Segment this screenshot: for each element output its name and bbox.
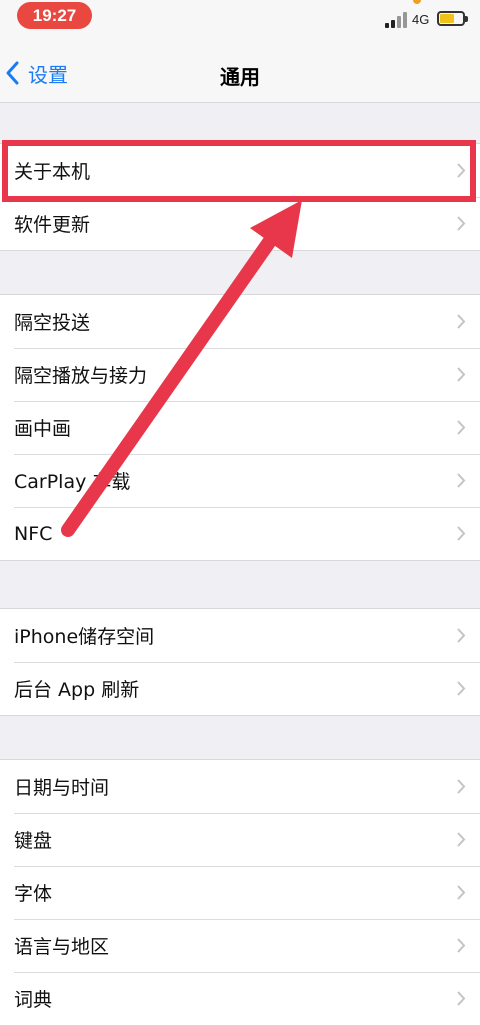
row-label: 日期与时间: [14, 777, 110, 799]
chevron-right-icon: [457, 938, 466, 953]
row-label: 后台 App 刷新: [14, 679, 140, 701]
row-label: 键盘: [14, 830, 53, 852]
row-about-device[interactable]: 关于本机: [0, 144, 480, 197]
row-label: 字体: [14, 883, 53, 905]
row-language-region[interactable]: 语言与地区: [0, 919, 480, 972]
row-label: 隔空投送: [14, 312, 91, 334]
settings-group-about: 关于本机 软件更新: [0, 143, 480, 251]
status-bar: 19:27 4G: [0, 0, 480, 40]
settings-group-storage: iPhone储存空间 后台 App 刷新: [0, 608, 480, 716]
chevron-right-icon: [457, 526, 466, 541]
status-time: 19:27: [17, 2, 92, 29]
chevron-right-icon: [457, 628, 466, 643]
chevron-right-icon: [457, 216, 466, 231]
row-nfc[interactable]: NFC: [0, 507, 480, 560]
row-fonts[interactable]: 字体: [0, 866, 480, 919]
chevron-right-icon: [457, 163, 466, 178]
row-airplay-handoff[interactable]: 隔空播放与接力: [0, 348, 480, 401]
chevron-right-icon: [457, 832, 466, 847]
chevron-right-icon: [457, 681, 466, 696]
row-label: 词典: [14, 989, 53, 1011]
row-carplay[interactable]: CarPlay 车载: [0, 454, 480, 507]
row-label: iPhone储存空间: [14, 626, 155, 648]
row-dictionary[interactable]: 词典: [0, 972, 480, 1025]
navigation-bar: 设置 通用: [0, 40, 480, 103]
row-iphone-storage[interactable]: iPhone储存空间: [0, 609, 480, 662]
row-label: CarPlay 车载: [14, 471, 131, 493]
row-airdrop[interactable]: 隔空投送: [0, 295, 480, 348]
row-label: 语言与地区: [14, 936, 110, 958]
chevron-right-icon: [457, 314, 466, 329]
row-keyboard[interactable]: 键盘: [0, 813, 480, 866]
chevron-right-icon: [457, 779, 466, 794]
chevron-right-icon: [457, 420, 466, 435]
page-title: 通用: [220, 65, 260, 89]
row-label: NFC: [14, 522, 53, 545]
row-label: 关于本机: [14, 161, 91, 183]
row-label: 软件更新: [14, 214, 91, 236]
battery-icon: [437, 11, 468, 26]
settings-group-connectivity: 隔空投送 隔空播放与接力 画中画 CarPlay 车载 NFC: [0, 294, 480, 561]
recording-dot-icon: [413, 0, 421, 4]
chevron-right-icon: [457, 885, 466, 900]
settings-group-locale: 日期与时间 键盘 字体 语言与地区 词典: [0, 759, 480, 1026]
row-label: 画中画: [14, 418, 72, 440]
signal-icon: [385, 12, 407, 28]
chevron-right-icon: [457, 473, 466, 488]
chevron-right-icon: [457, 991, 466, 1006]
row-picture-in-picture[interactable]: 画中画: [0, 401, 480, 454]
network-type: 4G: [412, 12, 430, 27]
row-software-update[interactable]: 软件更新: [0, 197, 480, 250]
chevron-right-icon: [457, 367, 466, 382]
row-date-time[interactable]: 日期与时间: [0, 760, 480, 813]
row-label: 隔空播放与接力: [14, 365, 148, 387]
row-background-app-refresh[interactable]: 后台 App 刷新: [0, 662, 480, 715]
